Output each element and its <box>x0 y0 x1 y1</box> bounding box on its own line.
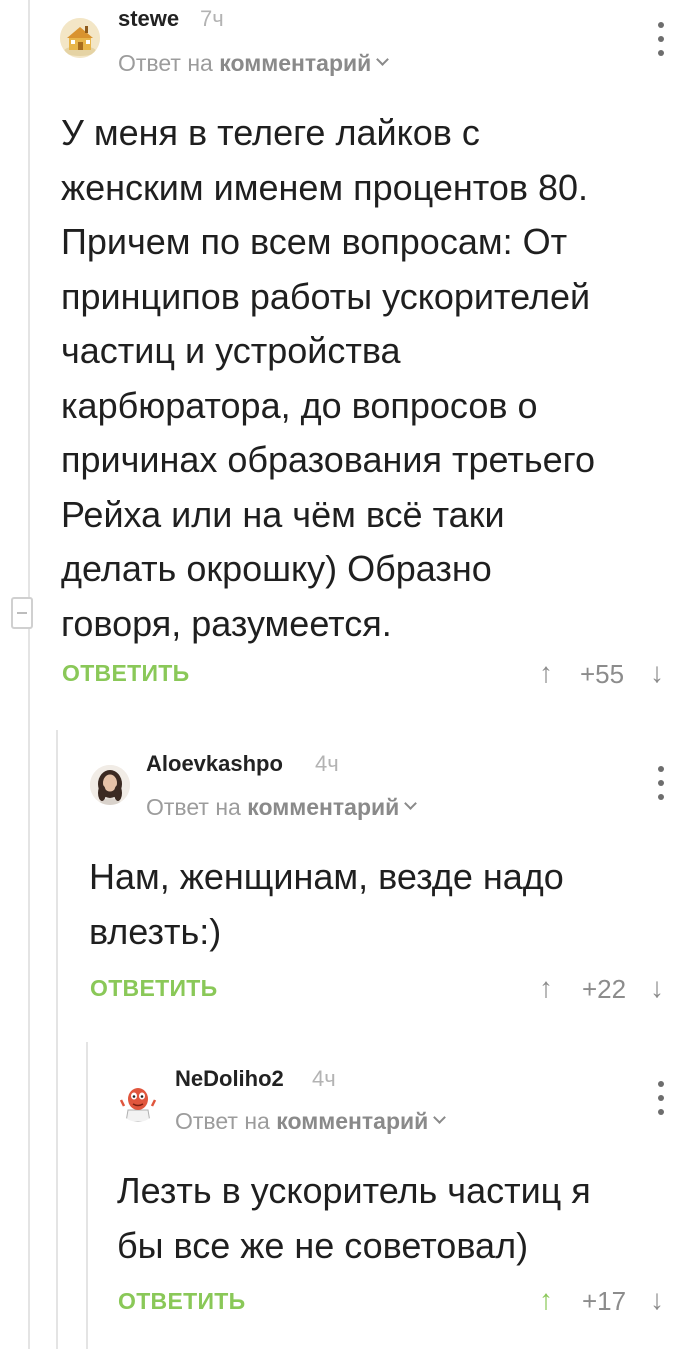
chevron-down-icon[interactable] <box>376 53 390 66</box>
downvote-arrow-icon[interactable]: ↓ <box>650 659 664 687</box>
reply-to-label: Ответ на комментарий <box>118 50 390 77</box>
comment-nedoliho2: NeDoliho2 4ч Ответ на комментарий Лезть … <box>0 1040 700 1349</box>
comment-stewe: stewe 7ч Ответ на комментарий У меня в т… <box>0 0 700 720</box>
reply-to-prefix: Ответ на <box>118 50 213 76</box>
comment-time: 7ч <box>200 6 224 31</box>
user-avatar[interactable] <box>60 18 100 58</box>
reply-to-prefix: Ответ на <box>175 1108 270 1134</box>
author-name[interactable]: Aloevkashpo <box>146 751 283 777</box>
user-avatar[interactable] <box>118 1082 158 1122</box>
more-options-icon[interactable] <box>654 1081 668 1115</box>
reply-button[interactable]: ОТВЕТИТЬ <box>90 975 217 1002</box>
comment-text-line: бы все же не советовал) <box>117 1224 529 1266</box>
upvote-arrow-icon[interactable]: ↑ <box>539 659 553 687</box>
rating-value: +22 <box>582 974 627 1004</box>
user-avatar[interactable] <box>90 765 130 805</box>
rating-value: +17 <box>582 1286 627 1316</box>
comment-text: У меня в телеге лайков с женским именем … <box>61 106 595 651</box>
comment-text: Нам, женщинам, везде надо влезть:) <box>89 850 564 959</box>
comment-text-line: Причем по всем вопросам: От <box>61 221 568 262</box>
comment-thread: stewe 7ч Ответ на комментарий У меня в т… <box>0 0 700 1349</box>
downvote-arrow-icon[interactable]: ↓ <box>650 974 664 1002</box>
comment-text-line: делать окрошку) Образно <box>61 548 492 589</box>
comment-text-line: говоря, разумеется. <box>61 602 392 644</box>
comment-time: 4ч <box>315 751 339 776</box>
downvote-arrow-icon[interactable]: ↓ <box>650 1286 664 1314</box>
reply-button[interactable]: ОТВЕТИТЬ <box>62 660 189 687</box>
more-options-icon[interactable] <box>654 766 668 800</box>
comment-text-line: Лезть в ускоритель частиц я <box>117 1170 591 1211</box>
chevron-down-icon[interactable] <box>404 797 418 810</box>
more-options-icon[interactable] <box>654 22 668 56</box>
comment-text-line: карбюратора, до вопросов о <box>61 384 538 426</box>
comment-aloevkashpo: Aloevkashpo 4ч Ответ на комментарий Нам,… <box>0 720 700 1040</box>
upvote-arrow-icon[interactable]: ↑ <box>539 1286 553 1314</box>
comment-text-line: влезть:) <box>89 910 222 952</box>
parent-comment-link[interactable]: комментарий <box>247 794 399 820</box>
chevron-down-icon[interactable] <box>433 1111 447 1124</box>
comment-time: 4ч <box>312 1066 336 1091</box>
parent-comment-link[interactable]: комментарий <box>276 1108 428 1134</box>
comment-text-line: частиц и устройства <box>61 330 401 371</box>
comment-text-line: причинах образования третьего <box>61 439 595 480</box>
rating-value: +55 <box>580 659 625 689</box>
comment-text-line: У меня в телеге лайков с <box>61 112 480 153</box>
house-avatar-icon <box>60 18 100 58</box>
upvote-arrow-icon[interactable]: ↑ <box>539 974 553 1002</box>
comment-text-line: Нам, женщинам, везде надо <box>89 856 564 897</box>
reply-button[interactable]: ОТВЕТИТЬ <box>118 1288 245 1315</box>
comment-text-line: принципов работы ускорителей <box>61 275 591 317</box>
comment-text: Лезть в ускоритель частиц я бы все же не… <box>117 1164 591 1273</box>
reply-to-label: Ответ на комментарий <box>146 794 418 821</box>
parent-comment-link[interactable]: комментарий <box>219 50 371 76</box>
woman-avatar-icon <box>90 765 130 805</box>
comment-text-line: Рейха или на чём всё таки <box>61 493 505 535</box>
author-name[interactable]: stewe <box>118 6 179 32</box>
reply-to-prefix: Ответ на <box>146 794 241 820</box>
author-name[interactable]: NeDoliho2 <box>175 1066 284 1092</box>
comment-text-line: женским именем процентов 80. <box>61 166 589 208</box>
cartoon-doctor-avatar-icon <box>118 1082 158 1122</box>
reply-to-label: Ответ на комментарий <box>175 1108 447 1135</box>
